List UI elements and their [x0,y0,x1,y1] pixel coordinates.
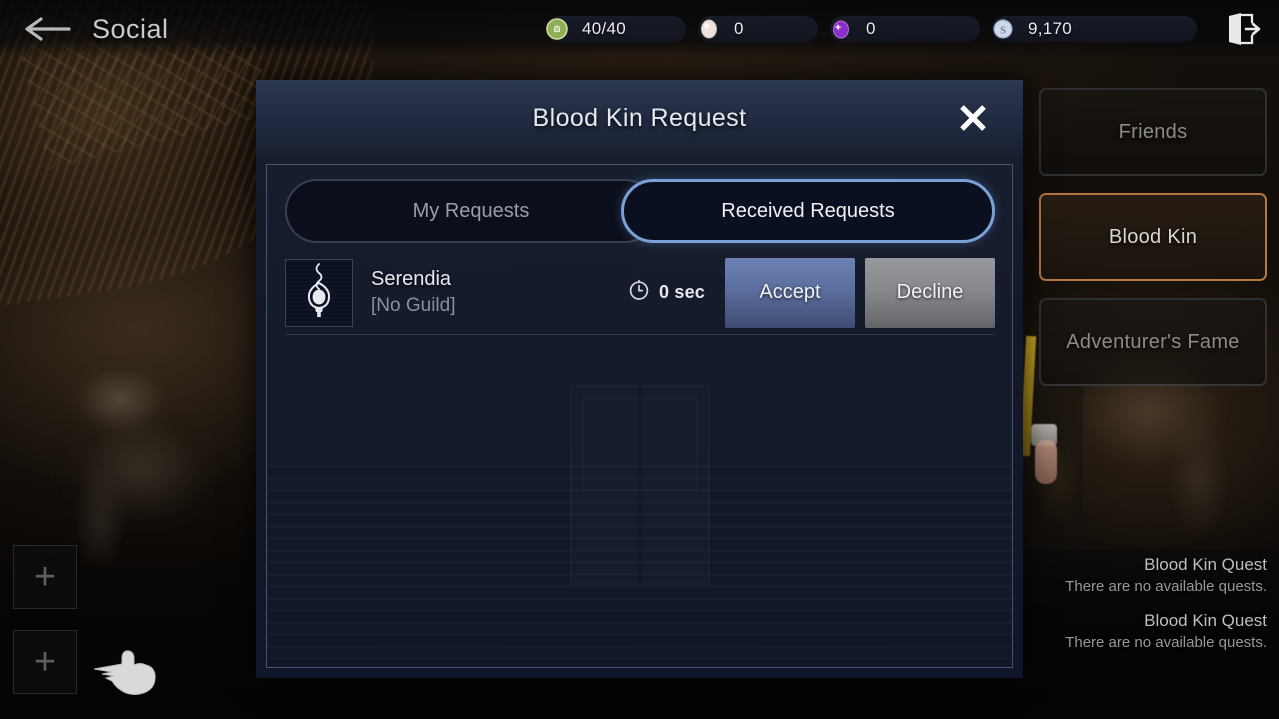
sidebar-item-blood-kin[interactable]: Blood Kin [1039,193,1267,281]
watermark-stripes [267,465,1012,667]
decline-button[interactable]: Decline [865,257,995,328]
crystal-purple-icon [828,16,854,42]
exit-door-icon[interactable] [1219,7,1267,51]
accept-button[interactable]: Accept [725,257,855,328]
side-navigation: Friends Blood Kin Adventurer's Fame [1039,88,1267,386]
request-list: Serendia [No Guild] 0 sec Accept Decline [285,251,995,335]
sidebar-item-adventurers-fame[interactable]: Adventurer's Fame [1039,298,1267,386]
stat-crystal[interactable]: 0 [830,16,980,42]
tab-received-requests-label: Received Requests [721,199,895,222]
svg-text:S: S [1000,25,1006,37]
dialog-body: Affirm Pact My Requests Received Request… [266,164,1013,668]
quest-title: Blood Kin Quest [1144,611,1267,630]
back-arrow-icon[interactable] [20,9,76,49]
player-info: Serendia [No Guild] [371,268,455,317]
sidebar-item-blood-kin-label: Blood Kin [1108,225,1198,248]
stat-pearl[interactable]: 0 [698,16,818,42]
game-screen: Social 40/40 0 0 S 9,170 Friends Blood K… [0,0,1279,719]
avatar[interactable] [285,258,353,327]
hud-add-button-2[interactable]: + [13,630,77,694]
sidebar-item-friends-label: Friends [1118,120,1188,143]
stat-energy-value: 40/40 [582,19,627,38]
pearl-white-icon [696,16,722,42]
quest-title: Blood Kin Quest [1144,555,1267,574]
player-name: Serendia [371,268,452,290]
blood-kin-request-dialog: Blood Kin Request Affirm Pact My Request… [256,80,1023,678]
dialog-tabs: My Requests Received Requests [285,175,995,247]
plus-icon: + [33,556,57,598]
plus-icon: + [33,641,57,683]
sidebar-item-adventurers-fame-label: Adventurer's Fame [1066,330,1240,353]
top-bar: Social 40/40 0 0 S 9,170 [0,0,1279,58]
stat-silver[interactable]: S 9,170 [992,16,1197,42]
hud-add-button-1[interactable]: + [13,545,77,609]
quest-description: There are no available quests. [1065,578,1267,595]
quest-entry[interactable]: Blood Kin Quest There are no available q… [1020,549,1279,605]
stat-pearl-value: 0 [734,19,744,38]
tab-my-requests-label: My Requests [412,199,530,222]
dialog-title: Blood Kin Request [532,103,747,132]
stat-energy[interactable]: 40/40 [546,16,686,42]
silver-coin-icon: S [990,16,1016,42]
quest-tracker: Blood Kin Quest There are no available q… [1020,549,1279,661]
sidebar-item-friends[interactable]: Friends [1039,88,1267,176]
stats-bar: 40/40 0 0 S 9,170 [546,16,1219,42]
energy-leaf-icon [544,16,570,42]
dialog-header: Blood Kin Request [256,80,1023,156]
table-row: Serendia [No Guild] 0 sec Accept Decline [285,251,995,335]
accept-button-label: Accept [759,281,821,303]
lantern-emblem-icon [299,262,339,323]
close-icon[interactable] [953,98,993,138]
stat-silver-value: 9,170 [1028,19,1073,38]
clock-icon [628,279,650,306]
decline-button-label: Decline [896,281,964,303]
tab-received-requests[interactable]: Received Requests [621,179,995,243]
stat-crystal-value: 0 [866,19,876,38]
request-timer: 0 sec [628,279,705,306]
player-guild: [No Guild] [371,295,456,316]
quest-entry[interactable]: Blood Kin Quest There are no available q… [1020,605,1279,661]
quest-description: There are no available quests. [1065,634,1267,651]
page-title: Social [92,13,169,44]
background-npc-hand [1035,440,1057,484]
request-timer-value: 0 sec [658,282,705,302]
tab-my-requests[interactable]: My Requests [285,179,657,243]
